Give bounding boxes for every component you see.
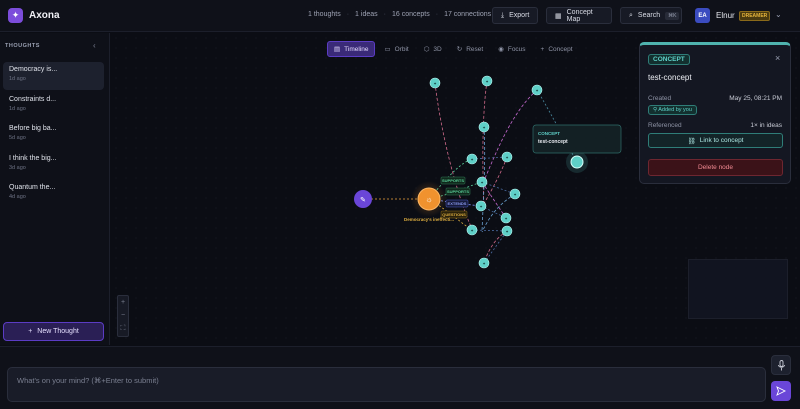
zoom-in-icon[interactable]: + — [121, 299, 125, 306]
pencil-icon: ✎ — [360, 197, 366, 204]
plus-icon: + — [540, 45, 545, 53]
user-name[interactable]: Elnur — [716, 11, 735, 20]
edge-label: SUPPORTS — [442, 178, 464, 183]
send-button[interactable] — [771, 381, 791, 401]
composer-bar: What's on your mind? (⌘+Enter to submit) — [0, 346, 800, 409]
search-shortcut: ⌘K — [665, 11, 680, 20]
concept-map-button[interactable]: ▦ Concept Map — [546, 7, 612, 24]
timeline-icon: ▤ — [334, 46, 341, 53]
link-icon: ⛓ — [687, 137, 696, 145]
chevron-down-icon[interactable]: ⌄ — [775, 10, 782, 19]
eye-icon: ◉ — [498, 46, 504, 53]
referenced-label: Referenced — [648, 122, 682, 129]
thought-node-label: Democracy's ineffecti... — [404, 217, 454, 222]
mode-timeline[interactable]: ▤ Timeline — [327, 41, 376, 57]
delete-node-button[interactable]: Delete node — [648, 159, 783, 176]
node-kind-badge: CONCEPT — [648, 54, 690, 65]
sidebar-item-thought[interactable]: Before big ba... 5d ago — [3, 121, 104, 149]
concept-nodes — [429, 75, 543, 269]
add-concept-button[interactable]: + Concept — [535, 41, 579, 57]
stat-concepts: 16 concepts — [391, 11, 430, 18]
map-icon: ▦ — [555, 12, 562, 20]
user-icon: ⚲ — [653, 107, 658, 113]
concept-name: test-concept — [648, 73, 692, 82]
sidebar-item-thought[interactable]: Constraints d... 1d ago — [3, 92, 104, 120]
orbit-icon: ▭ — [384, 46, 391, 53]
graph-edges — [363, 80, 578, 264]
edge — [483, 230, 508, 264]
created-value: May 25, 08:21 PM — [729, 95, 782, 102]
edge-label: SUPPORTS — [447, 189, 469, 194]
plus-icon: + — [28, 328, 33, 335]
stat-thoughts: 1 thoughts — [308, 11, 341, 18]
reset-icon: ↻ — [456, 46, 463, 53]
tooltip-name: test-concept — [538, 139, 568, 145]
microphone-button[interactable] — [771, 355, 791, 375]
edge — [482, 89, 538, 184]
app-logo-icon[interactable]: ✦ — [8, 8, 23, 23]
minimap[interactable] — [688, 259, 788, 319]
export-button[interactable]: ⤓ Export — [492, 7, 538, 24]
reset-button[interactable]: ↻ Reset — [451, 41, 489, 57]
send-icon — [776, 386, 786, 396]
zoom-controls: + − ⛶ — [117, 295, 129, 337]
collapse-sidebar-icon[interactable]: ‹ — [93, 41, 96, 50]
tooltip-kind: CONCEPT — [538, 131, 560, 136]
fit-view-icon[interactable]: ⛶ — [121, 325, 126, 333]
mode-3d[interactable]: ⬡ 3D — [418, 41, 448, 57]
microphone-icon — [777, 359, 785, 370]
new-thought-button[interactable]: + New Thought — [3, 322, 104, 341]
sidebar-item-thought[interactable]: Quantum the... 4d ago — [3, 180, 104, 208]
search-button[interactable]: ⌕ Search ⌘K — [620, 7, 682, 24]
thought-input[interactable]: What's on your mind? (⌘+Enter to submit) — [7, 367, 766, 402]
sun-icon: ☼ — [425, 195, 432, 204]
stat-ideas: 1 ideas — [355, 11, 378, 18]
download-icon: ⤓ — [501, 11, 505, 19]
app-title: Axona — [29, 10, 60, 21]
graph-stats: 1 thoughts · 1 ideas · 16 concepts · 17 con… — [308, 11, 492, 18]
app-header: ✦ Axona 1 thoughts · 1 ideas · 16 concepts… — [0, 0, 800, 32]
edge-label: EXTENDS — [448, 201, 467, 206]
link-to-concept-button[interactable]: ⛓ Link to concept — [648, 133, 783, 148]
edge — [481, 193, 516, 233]
close-icon[interactable]: × — [775, 53, 780, 63]
thoughts-sidebar: THOUGHTS ‹ Democracy is... 1d ago Constr… — [0, 33, 110, 345]
added-by-badge: ⚲ Added by you — [648, 105, 697, 115]
created-label: Created — [648, 95, 672, 102]
focus-button[interactable]: ◉ Focus — [492, 41, 531, 57]
selected-concept-node[interactable] — [570, 155, 584, 169]
tier-badge: DREAMER — [739, 11, 771, 21]
mode-orbit[interactable]: ▭ Orbit — [378, 41, 414, 57]
sidebar-item-thought[interactable]: I think the big... 3d ago — [3, 151, 104, 179]
zoom-out-icon[interactable]: − — [121, 312, 125, 319]
concept-detail-panel: CONCEPT × test-concept Created May 25, 0… — [639, 42, 791, 184]
referenced-value: 1× in ideas — [750, 122, 782, 129]
avatar[interactable]: EA — [695, 8, 710, 23]
cube-icon: ⬡ — [423, 46, 430, 53]
view-mode-toolbar: ▤ Timeline ▭ Orbit ⬡ 3D ↻ Reset ◉ Focus … — [327, 41, 579, 57]
search-icon: ⌕ — [629, 11, 633, 19]
stat-connections: 17 connections — [444, 11, 492, 18]
sidebar-item-thought[interactable]: Democracy is... 1d ago — [3, 62, 104, 90]
sidebar-title: THOUGHTS — [5, 43, 40, 49]
edge — [482, 182, 507, 219]
